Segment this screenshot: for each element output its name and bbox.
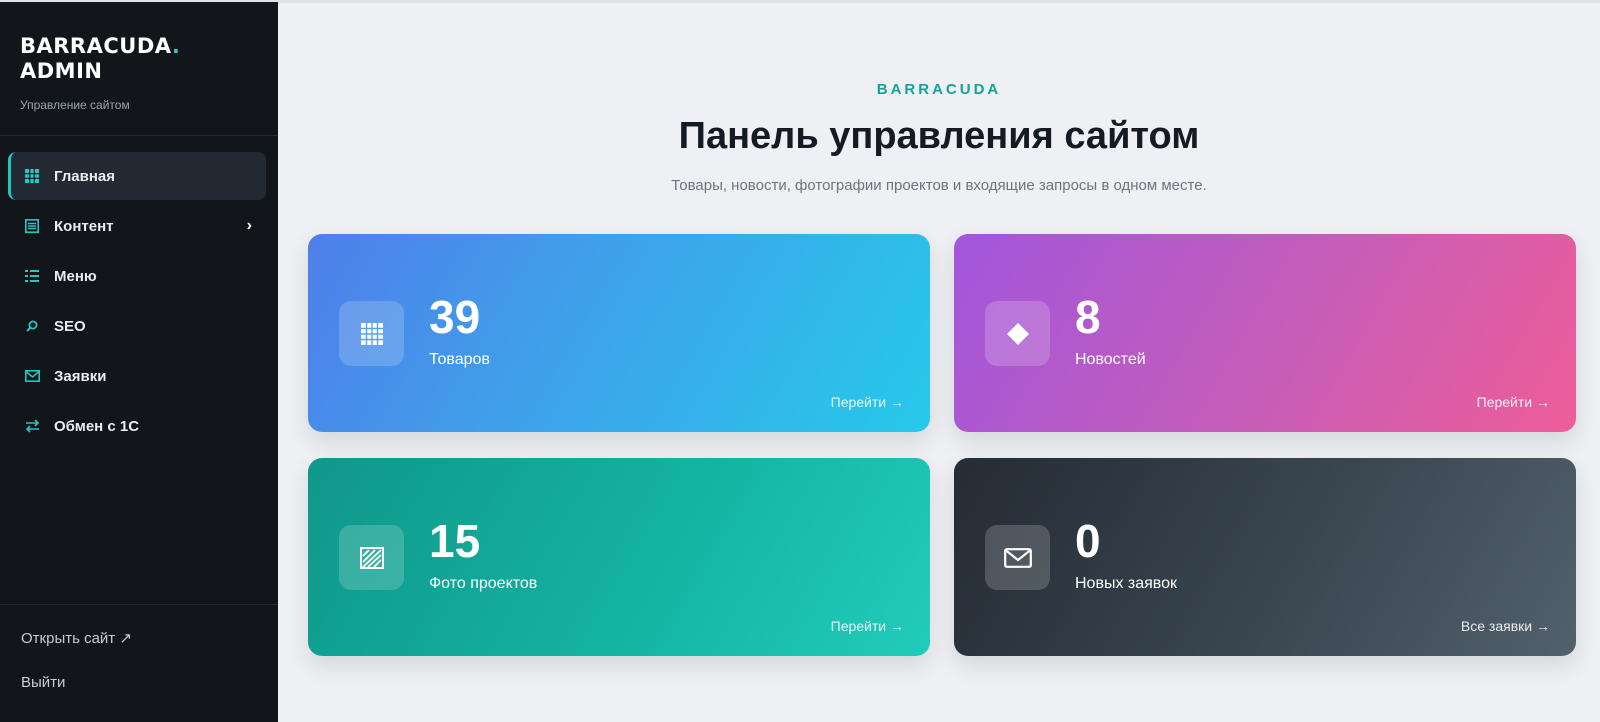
stat-label: Новых заявок xyxy=(1075,575,1178,592)
search-icon xyxy=(24,318,40,334)
grid-icon xyxy=(339,301,404,366)
sidebar-item-label: SEO xyxy=(54,317,86,335)
chevron-right-icon: › xyxy=(246,217,252,234)
page-subtitle: Товары, новости, фотографии проектов и в… xyxy=(671,177,1207,194)
exchange-icon xyxy=(24,418,40,434)
go-link[interactable]: Перейти → xyxy=(1477,394,1550,410)
brand-dot: . xyxy=(171,34,181,58)
sidebar-item-content[interactable]: Контент › xyxy=(8,202,266,250)
sidebar-item-label: Обмен с 1С xyxy=(54,417,140,435)
sidebar-item-seo[interactable]: SEO xyxy=(8,302,266,350)
brand-subtitle: Управление сайтом xyxy=(20,98,130,112)
menu-list-icon xyxy=(24,268,40,284)
brand-logo[interactable]: BARRACUDA. ADMIN xyxy=(20,34,258,84)
diamond-icon xyxy=(985,301,1050,366)
sidebar-footer: Открыть сайт ↗ Выйти xyxy=(0,604,278,722)
stat-card-photos[interactable]: 15 Фото проектов Перейти → xyxy=(308,458,930,656)
stat-value: 8 xyxy=(1075,291,1101,343)
stat-card-news[interactable]: 8 Новостей Перейти → xyxy=(954,234,1576,432)
stat-value: 0 xyxy=(1075,515,1101,567)
stat-card-requests[interactable]: 0 Новых заявок Все заявки → xyxy=(954,458,1576,656)
brand: BARRACUDA. ADMIN Управление сайтом xyxy=(0,2,278,136)
sidebar: BARRACUDA. ADMIN Управление сайтом Главн… xyxy=(0,2,278,722)
stat-value: 15 xyxy=(429,515,481,567)
eyebrow-label: BARRACUDA xyxy=(876,81,1002,98)
sidebar-item-label: Главная xyxy=(54,167,116,185)
sidebar-item-label: Заявки xyxy=(54,367,107,385)
stat-value: 39 xyxy=(429,291,481,343)
stat-label: Фото проектов xyxy=(429,575,538,592)
go-link[interactable]: Перейти → xyxy=(831,394,904,410)
page-title: Панель управления сайтом xyxy=(678,115,1200,157)
mail-icon xyxy=(985,525,1050,590)
logout-link[interactable]: Выйти xyxy=(21,673,257,717)
brand-title-line1: BARRACUDA xyxy=(20,34,172,58)
main-content: BARRACUDA Панель управления сайтом Товар… xyxy=(278,3,1600,722)
brand-title-line2: ADMIN xyxy=(20,59,103,83)
stat-card-products[interactable]: 39 Товаров Перейти → xyxy=(308,234,930,432)
go-link[interactable]: Перейти → xyxy=(831,618,904,634)
photo-icon xyxy=(339,525,404,590)
open-site-link[interactable]: Открыть сайт ↗ xyxy=(21,629,257,673)
sidebar-nav: Главная Контент › Меню SEO Заявки Обмен … xyxy=(0,136,278,450)
sidebar-item-exchange-1c[interactable]: Обмен с 1С xyxy=(8,402,266,450)
mail-icon xyxy=(24,368,40,384)
sidebar-item-label: Меню xyxy=(54,267,97,285)
stat-label: Новостей xyxy=(1075,351,1146,368)
sidebar-item-home[interactable]: Главная xyxy=(8,152,266,200)
sidebar-item-menu[interactable]: Меню xyxy=(8,252,266,300)
stat-label: Товаров xyxy=(429,351,490,368)
list-icon xyxy=(24,218,40,234)
sidebar-item-requests[interactable]: Заявки xyxy=(8,352,266,400)
sidebar-item-label: Контент xyxy=(54,217,114,235)
all-requests-link[interactable]: Все заявки → xyxy=(1461,618,1550,634)
grid-icon xyxy=(24,168,40,184)
